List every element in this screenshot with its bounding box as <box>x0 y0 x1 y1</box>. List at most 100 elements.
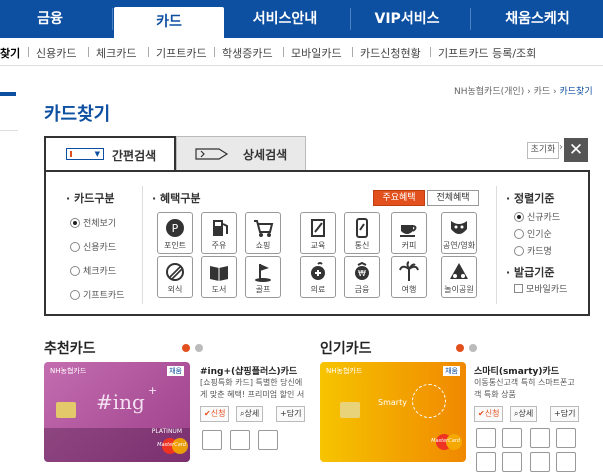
benefit-medical[interactable]: 의료 <box>300 256 336 298</box>
benefit-education[interactable]: 교육 <box>300 212 336 254</box>
main-benefit-button[interactable]: 주요혜택 <box>373 190 425 206</box>
detail-button[interactable]: ⌕상세 <box>236 406 264 422</box>
carousel-dot[interactable] <box>195 344 203 352</box>
section-divider <box>142 186 143 304</box>
radio-sort-popular[interactable]: 인기순 <box>514 227 552 240</box>
benefit-label: 쇼핑 <box>255 241 271 250</box>
benefit-point[interactable]: P 포인트 <box>157 212 193 254</box>
subnav-check[interactable]: 체크카드 <box>96 45 136 61</box>
benefit-telecom[interactable]: 통신 <box>344 212 380 254</box>
subnav-find[interactable]: 찾기 <box>0 45 20 61</box>
coffee-icon <box>258 430 278 450</box>
radio-dot <box>514 211 524 222</box>
subnav-divider <box>283 47 284 57</box>
subnav-divider <box>88 47 89 57</box>
benefit-coffee[interactable]: 커피 <box>391 212 427 254</box>
save-button[interactable]: +담기 <box>276 406 306 422</box>
golf-icon <box>255 264 271 282</box>
radio-dot <box>514 228 524 239</box>
reset-button[interactable]: 초기화 <box>527 142 559 159</box>
carousel-dot-active[interactable] <box>456 344 464 352</box>
benefit-label: 금융 <box>354 285 370 294</box>
radio-sort-name[interactable]: 카드명 <box>514 244 552 257</box>
subnav-status[interactable]: 카드신청현황 <box>360 45 421 61</box>
benefit-shopping[interactable]: 쇼핑 <box>245 212 281 254</box>
recommend-card-image[interactable]: NH농협카드 채움 #ing + PLATINUM MasterCard <box>44 362 190 462</box>
chevron-right-icon: › <box>559 142 563 153</box>
chip-icon <box>340 402 360 418</box>
breadcrumb-mid[interactable]: 카드 <box>534 87 551 97</box>
subnav-divider <box>28 47 29 57</box>
palm-tree-icon <box>399 261 419 281</box>
subnav-gift-register[interactable]: 기프트카드 등록/조회 <box>438 45 536 61</box>
card-chae: 채움 <box>443 366 460 376</box>
radio-dot <box>70 217 80 228</box>
subnav-credit[interactable]: 신용카드 <box>36 45 76 61</box>
amusement-icon <box>502 428 522 448</box>
arrow-tag-icon <box>195 148 229 160</box>
tab-detail-search[interactable]: 상세검색 <box>176 136 306 170</box>
popular-title: 인기카드 <box>320 341 372 357</box>
left-menu-indicator <box>0 92 16 96</box>
nav-tab-vip[interactable]: VIP서비스 <box>352 0 462 38</box>
fuel-icon <box>213 220 228 236</box>
section-divider <box>496 186 497 304</box>
amusement-icon <box>230 430 250 450</box>
radio-label: 전체보기 <box>83 219 117 229</box>
benefit-label: 골프 <box>255 285 271 294</box>
carousel-dot[interactable] <box>469 344 477 352</box>
nav-tab-service[interactable]: 서비스안내 <box>230 0 340 38</box>
close-button[interactable]: ✕ <box>564 138 588 162</box>
popular-desc: 이동통신고객 특히 스마트폰고 <box>474 378 575 387</box>
amusement-icon <box>450 263 468 279</box>
benefit-title: · 혜택구분 <box>152 192 201 205</box>
tab-simple-search[interactable]: ▼ 간편검색 <box>44 136 176 170</box>
nav-tab-card[interactable]: 카드 <box>114 7 224 38</box>
breadcrumb-root[interactable]: NH농협카드(개인) <box>454 87 524 97</box>
radio-check[interactable]: 체크카드 <box>70 264 116 277</box>
card-type-title: · 카드구분 <box>66 192 115 205</box>
card-platinum: PLATINUM <box>151 428 182 435</box>
mobile-card-checkbox[interactable]: 모바일카드 <box>514 282 567 295</box>
recommend-title: 추천카드 <box>44 341 96 357</box>
nav-tab-sketch[interactable]: 채움스케치 <box>472 0 603 38</box>
benefit-performance[interactable]: 공연/영화 <box>441 212 477 254</box>
card-chae: 채움 <box>167 366 184 376</box>
checkbox-label: 모바일카드 <box>526 285 568 295</box>
subnav-gift[interactable]: 기프트카드 <box>156 45 207 61</box>
subnav-mobile[interactable]: 모바일카드 <box>291 45 342 61</box>
popular-card-image[interactable]: NH농협카드 채움 Smarty MasterCard <box>320 362 466 462</box>
top-nav: 금융 카드 서비스안내 VIP서비스 채움스케치 <box>0 0 603 38</box>
benefit-amusement[interactable]: 놀이공원 <box>441 256 477 298</box>
radio-all[interactable]: 전체보기 <box>70 216 116 229</box>
subnav-student[interactable]: 학생증카드 <box>222 45 273 61</box>
medical-icon <box>311 262 325 280</box>
popular-card-name[interactable]: 스마티(smarty)카드 <box>474 364 559 377</box>
radio-credit[interactable]: 신용카드 <box>70 240 116 253</box>
nav-tab-finance[interactable]: 금융 <box>0 0 100 38</box>
svg-text:P: P <box>172 222 179 235</box>
recommend-card-name[interactable]: #ing+(샵핑플러스)카드 <box>200 364 297 377</box>
benefit-travel[interactable]: 여행 <box>391 256 427 298</box>
radio-sort-new[interactable]: 신규카드 <box>514 210 560 223</box>
radio-label: 신용카드 <box>83 243 117 253</box>
apply-button[interactable]: ✔신청 <box>200 406 230 422</box>
cursor-mark <box>70 151 72 157</box>
benefit-golf[interactable]: 골프 <box>245 256 281 298</box>
save-button[interactable]: +담기 <box>550 406 580 422</box>
radio-gift[interactable]: 기프트카드 <box>70 288 124 301</box>
apply-button[interactable]: ✔신청 <box>474 406 504 422</box>
cart-icon <box>254 220 274 237</box>
all-benefit-button[interactable]: 전체혜택 <box>427 190 479 206</box>
benefit-fuel[interactable]: 주유 <box>201 212 237 254</box>
svg-text:₩: ₩ <box>358 269 366 278</box>
benefit-finance[interactable]: ₩ 금융 <box>344 256 380 298</box>
chip-icon <box>56 402 76 418</box>
benefit-dining[interactable]: 외식 <box>157 256 193 298</box>
page-title: 카드찾기 <box>44 104 111 125</box>
checkbox-box <box>514 284 523 293</box>
benefit-books[interactable]: 도서 <box>201 256 237 298</box>
left-menu-divider <box>0 130 18 131</box>
carousel-dot-active[interactable] <box>182 344 190 352</box>
detail-button[interactable]: ⌕상세 <box>510 406 538 422</box>
